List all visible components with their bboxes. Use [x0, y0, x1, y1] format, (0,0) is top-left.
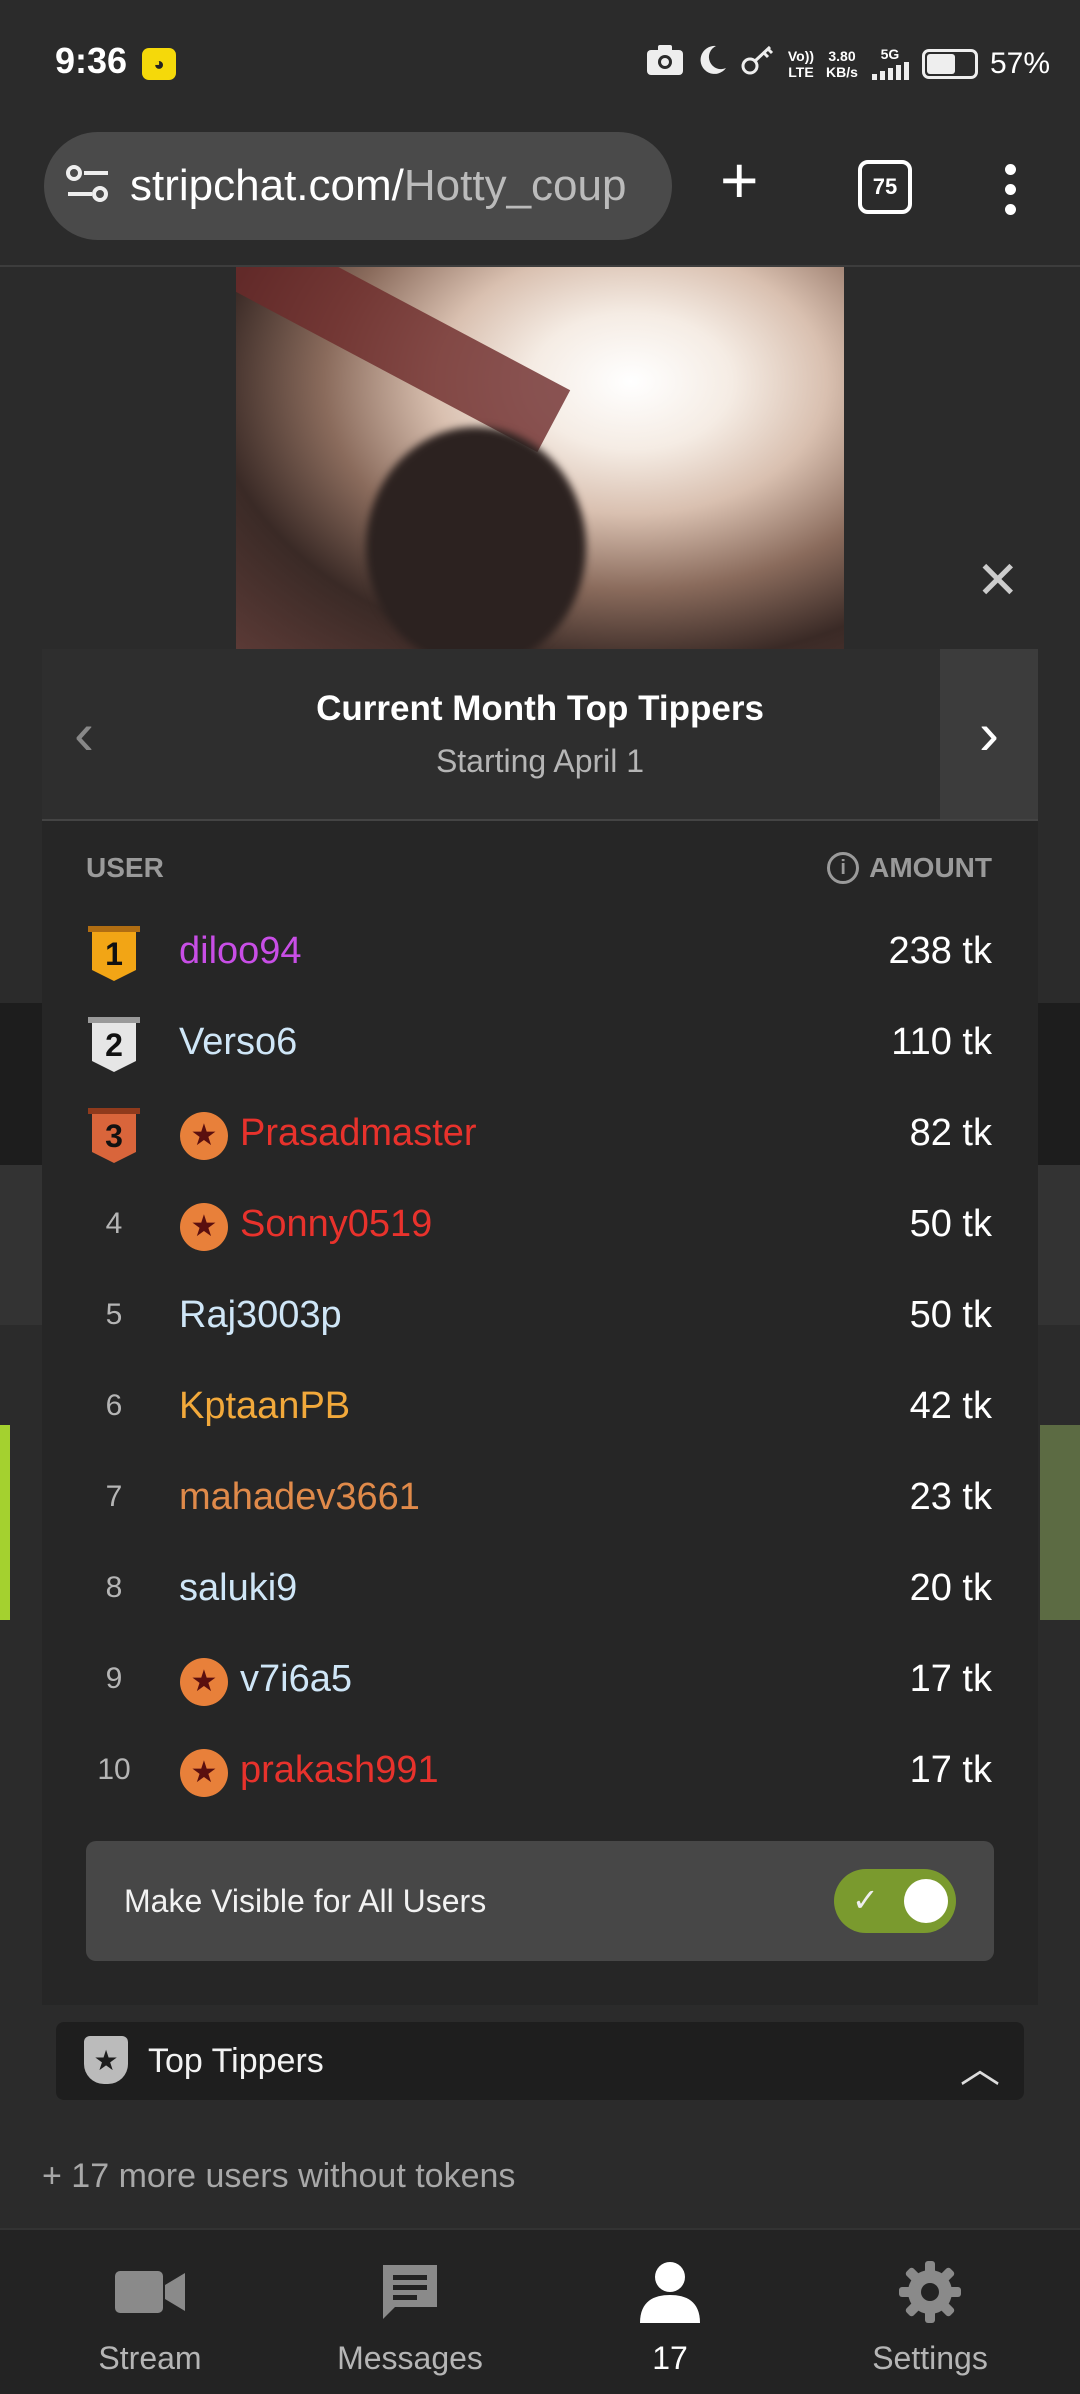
username[interactable]: saluki9	[179, 1567, 297, 1610]
volte-indicator: Vo)) LTE	[787, 48, 815, 80]
tip-amount: 17 tk	[909, 1749, 992, 1791]
username[interactable]: mahadev3661	[179, 1476, 420, 1519]
list-item[interactable]: 3 ★ Prasadmaster 82 tk	[42, 1090, 1038, 1181]
background-accent	[1040, 1425, 1080, 1620]
list-item[interactable]: 5 Raj3003p 50 tk	[42, 1272, 1038, 1363]
video-stream[interactable]	[236, 267, 844, 649]
rank-number: 10	[97, 1753, 131, 1786]
tip-amount: 20 tk	[909, 1567, 992, 1609]
list-item[interactable]: 6 KptaanPB 42 tk	[42, 1363, 1038, 1454]
browser-toolbar: stripchat.com/Hotty_coup + 75	[0, 130, 1080, 267]
key-icon	[740, 44, 776, 84]
address-bar[interactable]: stripchat.com/Hotty_coup	[44, 132, 672, 240]
background-accent	[0, 1425, 10, 1620]
rank-number: 6	[105, 1389, 123, 1422]
person-icon	[570, 2260, 770, 2324]
chevron-up-icon[interactable]: ︿	[960, 2036, 1000, 2094]
bronze-medal-icon: 3	[88, 1108, 140, 1164]
next-period-button[interactable]: ›	[940, 649, 1038, 819]
star-shield-icon: ★	[84, 2036, 128, 2084]
modal-subtitle: Starting April 1	[435, 743, 645, 779]
status-time: 9:36	[55, 40, 128, 81]
gold-medal-icon: 1	[88, 926, 140, 982]
battery-percent: 57%	[989, 47, 1050, 80]
tip-amount: 110 tk	[891, 1021, 992, 1063]
rank-number: 4	[105, 1207, 123, 1240]
column-header-user: USER	[86, 852, 164, 883]
star-badge-icon: ★	[180, 1203, 228, 1251]
username[interactable]: Sonny0519	[240, 1203, 432, 1246]
moon-icon	[696, 44, 728, 84]
column-header-amount: i AMOUNT	[827, 852, 992, 884]
rank-number: 7	[105, 1480, 123, 1513]
rank-number: 8	[105, 1571, 123, 1604]
tippers-list: 1 diloo94 238 tk 2 Verso6 110 tk 3 ★ Pra…	[42, 908, 1038, 1818]
top-tippers-section-header[interactable]: ★ Top Tippers ︿	[56, 2022, 1024, 2100]
network-speed: 3.80 KB/s	[826, 48, 858, 80]
modal-title: Current Month Top Tippers	[316, 689, 764, 728]
username[interactable]: Prasadmaster	[240, 1112, 477, 1155]
tip-amount: 23 tk	[909, 1476, 992, 1518]
check-icon: ✓	[852, 1882, 879, 1918]
info-icon[interactable]: i	[827, 852, 860, 884]
tip-amount: 42 tk	[909, 1385, 992, 1427]
star-badge-icon: ★	[180, 1112, 228, 1160]
list-item[interactable]: 1 diloo94 238 tk	[42, 908, 1038, 999]
site-settings-icon[interactable]	[66, 164, 112, 209]
new-tab-button[interactable]: +	[720, 147, 759, 213]
visibility-toggle[interactable]: ✓	[834, 1869, 956, 1933]
list-item[interactable]: 9 ★ v7i6a5 17 tk	[42, 1636, 1038, 1727]
list-item[interactable]: 8 saluki9 20 tk	[42, 1545, 1038, 1636]
tip-amount: 82 tk	[909, 1112, 992, 1154]
signal-indicator: 5G	[870, 46, 910, 83]
close-icon[interactable]: ✕	[976, 555, 1020, 607]
list-item[interactable]: 4 ★ Sonny0519 50 tk	[42, 1181, 1038, 1272]
star-badge-icon: ★	[180, 1749, 228, 1797]
status-bar: 9:36 ◕ Vo)) LTE 3.80 KB/s 5G 57%	[0, 0, 1080, 130]
battery-icon	[921, 49, 978, 79]
visibility-label: Make Visible for All Users	[124, 1883, 487, 1919]
rank-number: 5	[105, 1298, 123, 1331]
username[interactable]: Verso6	[179, 1021, 297, 1064]
list-item[interactable]: 10 ★ prakash991 17 tk	[42, 1727, 1038, 1818]
url-text[interactable]: stripchat.com/Hotty_coup	[130, 161, 626, 211]
gear-icon	[830, 2260, 1030, 2324]
modal-header: ‹ Current Month Top Tippers Starting Apr…	[42, 649, 1038, 821]
username[interactable]: KptaanPB	[179, 1385, 350, 1428]
tip-amount: 50 tk	[909, 1294, 992, 1336]
notification-app-icon: ◕	[142, 48, 176, 80]
status-icons: Vo)) LTE 3.80 KB/s 5G 57%	[646, 44, 1050, 84]
nav-messages[interactable]: Messages	[310, 2260, 510, 2377]
more-users-text: + 17 more users without tokens	[42, 2157, 516, 2195]
visibility-setting: Make Visible for All Users ✓	[86, 1841, 994, 1961]
camera-icon	[646, 44, 684, 84]
section-title: Top Tippers	[148, 2042, 324, 2080]
list-item[interactable]: 7 mahadev3661 23 tk	[42, 1454, 1038, 1545]
nav-users[interactable]: 17	[570, 2260, 770, 2377]
rank-number: 9	[105, 1662, 123, 1695]
nav-stream[interactable]: Stream	[50, 2260, 250, 2377]
silver-medal-icon: 2	[88, 1017, 140, 1073]
video-camera-icon	[50, 2260, 250, 2324]
username[interactable]: Raj3003p	[179, 1294, 342, 1337]
list-item[interactable]: 2 Verso6 110 tk	[42, 999, 1038, 1090]
tip-amount: 238 tk	[888, 930, 992, 972]
star-badge-icon: ★	[180, 1658, 228, 1706]
browser-menu-button[interactable]	[1005, 164, 1019, 224]
username[interactable]: v7i6a5	[240, 1658, 352, 1701]
tip-amount: 50 tk	[909, 1203, 992, 1245]
tab-switcher-button[interactable]: 75	[858, 160, 912, 214]
username[interactable]: diloo94	[179, 930, 302, 973]
bottom-navigation: Stream Messages 17 Settings	[0, 2228, 1080, 2394]
top-tippers-modal: ‹ Current Month Top Tippers Starting Apr…	[42, 649, 1038, 2005]
username[interactable]: prakash991	[240, 1749, 439, 1792]
message-icon	[310, 2260, 510, 2324]
nav-settings[interactable]: Settings	[830, 2260, 1030, 2377]
tip-amount: 17 tk	[909, 1658, 992, 1700]
